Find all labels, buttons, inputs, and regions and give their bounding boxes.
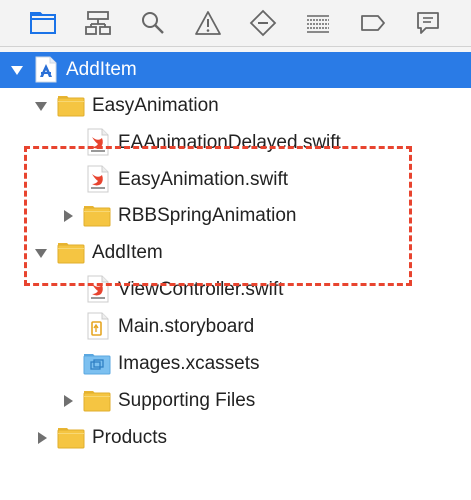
tree-label: Products [92,427,167,448]
tree-label: EAAnimationDelayed.swift [118,132,341,153]
tree-row-main-storyboard[interactable]: Main.storyboard [0,309,471,345]
tree-label: Main.storyboard [118,316,255,337]
warning-icon[interactable] [192,8,224,38]
tree-row-additem-group[interactable]: AddItem [0,235,471,271]
folder-icon[interactable] [27,8,59,38]
file-tree: AddItem EasyAnimation EAAnimationDelayed… [0,52,471,500]
xcode-project-icon [35,56,57,83]
diamond-minus-icon[interactable] [247,8,279,38]
hierarchy-icon[interactable] [82,8,114,38]
disclosure-triangle-collapsed-icon[interactable] [60,393,76,409]
asset-catalog-icon [83,353,111,375]
swift-file-icon [87,128,109,156]
tree-label: Supporting Files [118,390,256,411]
folder-icon [83,390,111,412]
folder-icon [57,427,85,449]
tree-label: Images.xcassets [118,353,260,374]
search-icon[interactable] [137,8,169,38]
folder-icon [57,242,85,264]
tree-row-easyanimation-file[interactable]: EasyAnimation.swift [0,162,471,198]
tree-row-supporting-files[interactable]: Supporting Files [0,383,471,419]
disclosure-triangle-icon[interactable] [33,245,49,261]
tree-label: EasyAnimation.swift [118,169,289,190]
tree-label: ViewController.swift [118,279,284,300]
message-icon[interactable] [412,8,444,38]
project-navigator-panel: AddItem EasyAnimation EAAnimationDelayed… [0,0,471,500]
disclosure-triangle-icon[interactable] [33,98,49,114]
disclosure-triangle-collapsed-icon[interactable] [34,430,50,446]
breakpoint-icon[interactable] [357,8,389,38]
swift-file-icon [87,165,109,193]
tree-label: EasyAnimation [92,95,219,116]
list-icon[interactable] [302,8,334,38]
folder-icon [57,95,85,117]
tree-label: AddItem [92,242,163,263]
tree-row-ea-delayed-file[interactable]: EAAnimationDelayed.swift [0,125,471,161]
tree-row-rbb-group[interactable]: RBBSpringAnimation [0,198,471,234]
swift-file-icon [87,275,109,303]
tree-row-viewcontroller-file[interactable]: ViewController.swift [0,272,471,308]
tree-label: AddItem [66,59,137,80]
navigator-toolbar [0,0,471,47]
tree-row-project[interactable]: AddItem [0,52,471,88]
tree-label: RBBSpringAnimation [118,205,297,226]
tree-row-images-xcassets[interactable]: Images.xcassets [0,346,471,382]
disclosure-triangle-icon[interactable] [9,62,25,78]
folder-icon [83,205,111,227]
disclosure-triangle-collapsed-icon[interactable] [60,208,76,224]
tree-row-products[interactable]: Products [0,420,471,456]
tree-row-easyanimation-group[interactable]: EasyAnimation [0,88,471,124]
storyboard-file-icon [87,312,109,340]
